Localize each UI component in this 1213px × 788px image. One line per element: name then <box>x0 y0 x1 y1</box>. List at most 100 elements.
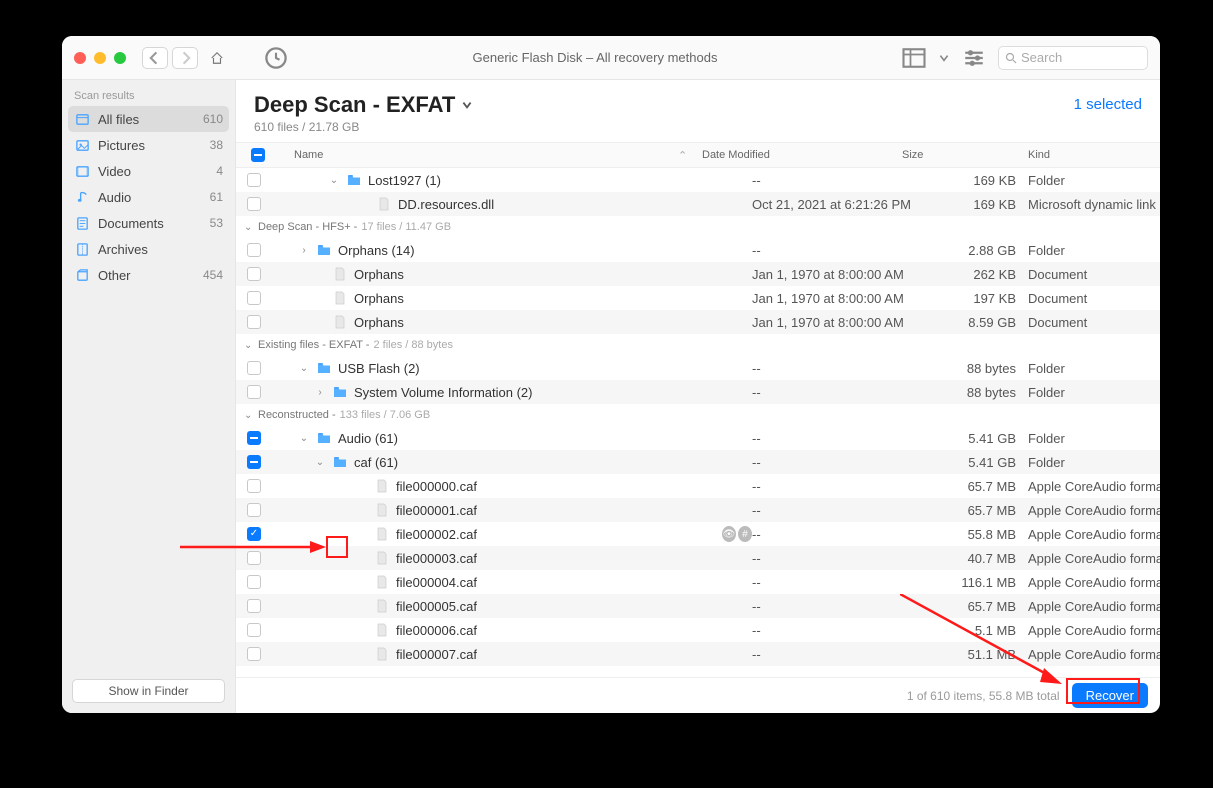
disclosure-icon[interactable]: ⌄ <box>314 457 326 468</box>
row-checkbox[interactable] <box>247 361 261 375</box>
selection-count[interactable]: 1 selected <box>1074 92 1142 113</box>
file-name: System Volume Information (2) <box>354 385 532 400</box>
file-name: caf (61) <box>354 455 398 470</box>
table-row[interactable]: › System Volume Information (2) -- 88 by… <box>236 380 1160 404</box>
table-row[interactable]: Orphans Jan 1, 1970 at 8:00:00 AM 8.59 G… <box>236 310 1160 334</box>
search-input[interactable]: Search <box>998 46 1148 70</box>
recover-button[interactable]: Recover <box>1072 683 1148 708</box>
sidebar-item-documents[interactable]: Documents 53 <box>62 210 235 236</box>
file-size: 65.7 MB <box>952 503 1022 518</box>
file-icon <box>332 266 348 282</box>
row-checkbox[interactable] <box>247 647 261 661</box>
table-row[interactable]: DD.resources.dll Oct 21, 2021 at 6:21:26… <box>236 192 1160 216</box>
table-row[interactable]: ⌄ USB Flash (2) -- 88 bytes Folder <box>236 356 1160 380</box>
file-list[interactable]: ⌄ Lost1927 (1) -- 169 KB Folder DD.resou… <box>236 168 1160 677</box>
table-row[interactable]: file000002.caf 👁# -- 55.8 MB Apple CoreA… <box>236 522 1160 546</box>
row-checkbox[interactable] <box>247 267 261 281</box>
tag-icon[interactable]: # <box>738 526 752 542</box>
zoom-icon[interactable] <box>114 52 126 64</box>
sidebar-item-audio[interactable]: Audio 61 <box>62 184 235 210</box>
row-checkbox[interactable] <box>247 527 261 541</box>
table-row[interactable]: Orphans Jan 1, 1970 at 8:00:00 AM 262 KB… <box>236 262 1160 286</box>
sidebar-item-all-files[interactable]: All files 610 <box>68 106 229 132</box>
table-row[interactable]: ⌄ caf (61) -- 5.41 GB Folder <box>236 450 1160 474</box>
row-checkbox[interactable] <box>247 575 261 589</box>
pictures-icon <box>74 137 90 153</box>
row-checkbox[interactable] <box>247 173 261 187</box>
disclosure-icon[interactable]: ⌄ <box>298 433 310 444</box>
home-button[interactable] <box>202 47 232 69</box>
search-placeholder: Search <box>1021 50 1062 65</box>
forward-button[interactable] <box>172 47 198 69</box>
sidebar-item-archives[interactable]: Archives <box>62 236 235 262</box>
file-date: Oct 21, 2021 at 6:21:26 PM <box>752 197 952 212</box>
table-row[interactable]: file000004.caf -- 116.1 MB Apple CoreAud… <box>236 570 1160 594</box>
group-header[interactable]: ⌄ Existing files - EXFAT - 2 files / 88 … <box>236 334 1160 356</box>
row-checkbox[interactable] <box>247 599 261 613</box>
table-row[interactable]: file000000.caf -- 65.7 MB Apple CoreAudi… <box>236 474 1160 498</box>
row-checkbox[interactable] <box>247 551 261 565</box>
row-checkbox[interactable] <box>247 315 261 329</box>
sidebar-item-label: Other <box>98 268 195 283</box>
file-kind: Folder <box>1022 385 1160 400</box>
column-date[interactable]: Date Modified <box>702 149 902 161</box>
row-checkbox[interactable] <box>247 291 261 305</box>
folder-icon <box>316 360 332 376</box>
row-checkbox[interactable] <box>247 455 261 469</box>
preview-icon[interactable]: 👁 <box>722 526 736 542</box>
select-all-checkbox[interactable] <box>251 148 265 162</box>
file-kind: Document <box>1022 315 1160 330</box>
sidebar-item-count: 38 <box>210 138 223 152</box>
group-header[interactable]: ⌄ Deep Scan - HFS+ - 17 files / 11.47 GB <box>236 216 1160 238</box>
row-checkbox[interactable] <box>247 479 261 493</box>
row-checkbox[interactable] <box>247 503 261 517</box>
main-pane: Deep Scan - EXFAT 610 files / 21.78 GB 1… <box>236 80 1160 713</box>
disclosure-icon[interactable]: ⌄ <box>298 363 310 374</box>
column-kind[interactable]: Kind <box>1022 149 1160 161</box>
file-icon <box>376 196 392 212</box>
file-icon <box>374 598 390 614</box>
file-size: 5.1 MB <box>952 623 1022 638</box>
table-row[interactable]: file000001.caf -- 65.7 MB Apple CoreAudi… <box>236 498 1160 522</box>
filter-icon[interactable] <box>960 47 988 69</box>
file-icon <box>374 502 390 518</box>
row-checkbox[interactable] <box>247 385 261 399</box>
sidebar-item-other[interactable]: Other 454 <box>62 262 235 288</box>
disclosure-icon[interactable]: › <box>314 387 326 398</box>
table-row[interactable]: ⌄ Audio (61) -- 5.41 GB Folder <box>236 426 1160 450</box>
close-icon[interactable] <box>74 52 86 64</box>
sidebar-item-video[interactable]: Video 4 <box>62 158 235 184</box>
file-kind: Apple CoreAudio forma <box>1022 647 1160 662</box>
file-date: -- <box>752 575 952 590</box>
file-kind: Apple CoreAudio forma <box>1022 599 1160 614</box>
row-checkbox[interactable] <box>247 243 261 257</box>
table-row[interactable]: file000005.caf -- 65.7 MB Apple CoreAudi… <box>236 594 1160 618</box>
row-checkbox[interactable] <box>247 197 261 211</box>
column-name[interactable]: Name <box>276 149 678 161</box>
sort-indicator-icon[interactable]: ⌃ <box>678 149 702 162</box>
table-row[interactable]: ⌄ Lost1927 (1) -- 169 KB Folder <box>236 168 1160 192</box>
group-header[interactable]: ⌄ Reconstructed - 133 files / 7.06 GB <box>236 404 1160 426</box>
row-checkbox[interactable] <box>247 623 261 637</box>
column-size[interactable]: Size <box>902 149 952 161</box>
file-name: DD.resources.dll <box>398 197 494 212</box>
table-row[interactable]: › Orphans (14) -- 2.88 GB Folder <box>236 238 1160 262</box>
file-name: Orphans <box>354 315 404 330</box>
back-button[interactable] <box>142 47 168 69</box>
sidebar-item-pictures[interactable]: Pictures 38 <box>62 132 235 158</box>
view-options-button[interactable] <box>900 47 928 69</box>
show-in-finder-button[interactable]: Show in Finder <box>72 679 225 703</box>
chevron-down-icon[interactable] <box>938 47 950 69</box>
disclosure-icon[interactable]: ⌄ <box>328 175 340 186</box>
table-row[interactable]: file000003.caf -- 40.7 MB Apple CoreAudi… <box>236 546 1160 570</box>
file-size: 262 KB <box>952 267 1022 282</box>
table-row[interactable]: file000007.caf -- 51.1 MB Apple CoreAudi… <box>236 642 1160 666</box>
file-kind: Folder <box>1022 431 1160 446</box>
minimize-icon[interactable] <box>94 52 106 64</box>
row-checkbox[interactable] <box>247 431 261 445</box>
disclosure-icon[interactable]: › <box>298 245 310 256</box>
table-row[interactable]: Orphans Jan 1, 1970 at 8:00:00 AM 197 KB… <box>236 286 1160 310</box>
refresh-icon[interactable] <box>262 47 290 69</box>
page-title[interactable]: Deep Scan - EXFAT <box>254 92 1074 118</box>
table-row[interactable]: file000006.caf -- 5.1 MB Apple CoreAudio… <box>236 618 1160 642</box>
